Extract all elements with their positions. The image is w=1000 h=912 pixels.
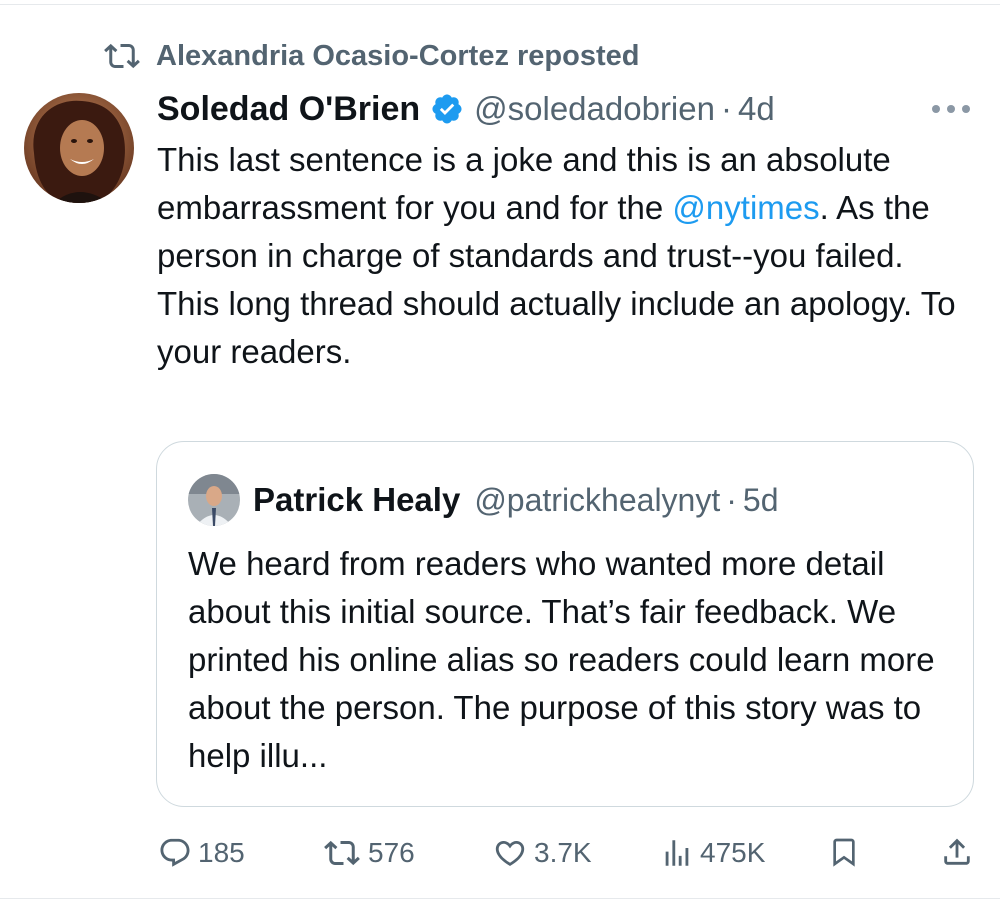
repost-label: Alexandria Ocasio-Cortez reposted [156, 39, 640, 72]
quoted-tweet-card[interactable]: Patrick Healy @patrickhealynyt · 5d We h… [156, 441, 974, 807]
like-icon [495, 840, 525, 866]
verified-badge-icon[interactable] [430, 92, 464, 126]
quoted-tweet-header: Patrick Healy @patrickhealynyt · 5d [253, 478, 778, 522]
author-display-name[interactable]: Soledad O'Brien [157, 90, 420, 129]
quoted-tweet-timestamp[interactable]: 5d [743, 482, 779, 519]
quoted-author-avatar[interactable] [188, 474, 240, 526]
tweet-header: Soledad O'Brien @soledadobrien · 4d [157, 86, 775, 132]
repost-attribution[interactable]: Alexandria Ocasio-Cortez reposted [104, 38, 639, 74]
header-separator: · [720, 90, 732, 127]
views-button[interactable]: 475K [660, 828, 765, 878]
top-divider [0, 4, 1000, 5]
views-count: 475K [700, 837, 766, 868]
repost-icon [104, 43, 140, 69]
author-avatar[interactable] [24, 93, 134, 203]
like-button[interactable]: 3.7K [492, 828, 592, 878]
author-handle[interactable]: @soledadobrien [474, 90, 715, 128]
quoted-author-display-name[interactable]: Patrick Healy [253, 481, 460, 519]
tweet-timestamp[interactable]: 4d [738, 90, 775, 128]
bookmark-icon[interactable] [828, 833, 860, 871]
mention-link[interactable]: @nytimes [672, 189, 819, 226]
repost-button[interactable]: 576 [322, 828, 415, 878]
reply-icon [160, 838, 190, 867]
tweet-text: This last sentence is a joke and this is… [157, 136, 967, 376]
share-icon[interactable] [940, 833, 974, 871]
repost-icon [324, 840, 360, 866]
quoted-author-handle[interactable]: @patrickhealynyt [474, 482, 720, 519]
reply-button[interactable]: 185 [158, 828, 245, 878]
like-count: 3.7K [534, 837, 592, 868]
views-icon [665, 840, 689, 866]
tweet-action-bar: 185 576 3.7K 475K [0, 828, 1000, 878]
bottom-divider [0, 898, 1000, 899]
quoted-header-separator: · [726, 481, 737, 518]
reply-count: 185 [198, 837, 245, 868]
more-icon[interactable] [928, 92, 974, 126]
quoted-tweet-text: We heard from readers who wanted more de… [188, 545, 935, 774]
repost-count: 576 [368, 837, 415, 868]
